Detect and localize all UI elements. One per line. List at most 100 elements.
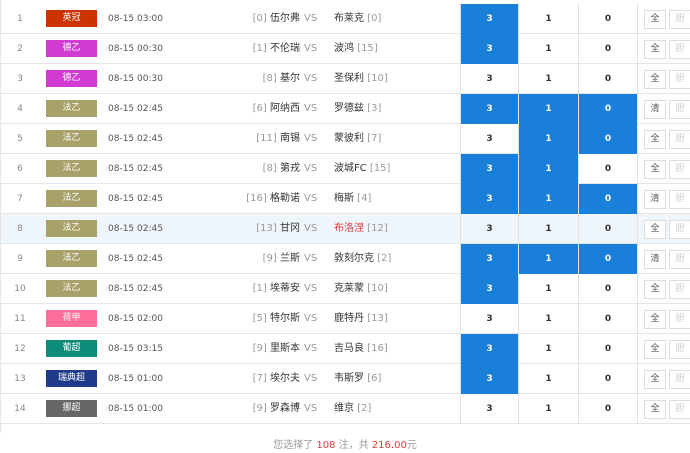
option-lose[interactable]: 0 [578, 184, 638, 214]
select-all-button[interactable]: 全 [644, 220, 666, 239]
league-badge[interactable]: 法乙 [46, 160, 97, 177]
option-lose[interactable]: 0 [578, 154, 638, 184]
home-team[interactable]: [9] 里斯本 [253, 334, 300, 364]
league-badge[interactable]: 法乙 [46, 220, 97, 237]
option-win[interactable]: 3 [460, 304, 518, 334]
select-all-button[interactable]: 全 [644, 400, 666, 419]
select-all-button[interactable]: 全 [644, 70, 666, 89]
select-all-button[interactable]: 全 [644, 280, 666, 299]
option-lose[interactable]: 0 [578, 364, 638, 394]
select-all-button[interactable]: 全 [644, 340, 666, 359]
option-win[interactable]: 3 [460, 244, 518, 274]
select-all-button[interactable]: 全 [644, 310, 666, 329]
away-team[interactable]: 罗德兹 [3] [334, 94, 381, 124]
option-win[interactable]: 3 [460, 94, 518, 124]
select-all-button[interactable]: 清 [644, 250, 666, 269]
banker-button[interactable]: 胆 [669, 100, 690, 119]
select-all-button[interactable]: 全 [644, 160, 666, 179]
select-all-button[interactable]: 清 [644, 100, 666, 119]
banker-button[interactable]: 胆 [669, 130, 690, 149]
option-win[interactable]: 3 [460, 214, 518, 244]
home-team[interactable]: [1] 埃蒂安 [253, 274, 300, 304]
option-lose[interactable]: 0 [578, 334, 638, 364]
away-team[interactable]: 韦斯罗 [6] [334, 364, 381, 394]
option-draw[interactable]: 1 [518, 4, 578, 34]
banker-button[interactable]: 胆 [669, 10, 690, 29]
league-badge[interactable]: 荷甲 [46, 310, 97, 327]
league-badge[interactable]: 法乙 [46, 130, 97, 147]
option-win[interactable]: 3 [460, 394, 518, 424]
home-team[interactable]: [1] 不伦瑞 [253, 34, 300, 64]
away-team[interactable]: 布洛涅 [12] [334, 214, 388, 244]
option-lose[interactable]: 0 [578, 64, 638, 94]
away-team[interactable]: 波鸿 [15] [334, 34, 378, 64]
home-team[interactable]: [0] 伍尔弗 [253, 4, 300, 34]
option-win[interactable]: 3 [460, 64, 518, 94]
option-lose[interactable]: 0 [578, 214, 638, 244]
banker-button[interactable]: 胆 [669, 70, 690, 89]
league-badge[interactable]: 英冠 [46, 10, 97, 27]
league-badge[interactable]: 法乙 [46, 250, 97, 267]
home-team[interactable]: [9] 罗森博 [253, 394, 300, 424]
banker-button[interactable]: 胆 [669, 190, 690, 209]
home-team[interactable]: [5] 特尔斯 [253, 304, 300, 334]
league-badge[interactable]: 法乙 [46, 280, 97, 297]
league-badge[interactable]: 葡超 [46, 340, 97, 357]
option-lose[interactable]: 0 [578, 34, 638, 64]
banker-button[interactable]: 胆 [669, 400, 690, 419]
option-draw[interactable]: 1 [518, 124, 578, 154]
select-all-button[interactable]: 全 [644, 10, 666, 29]
banker-button[interactable]: 胆 [669, 370, 690, 389]
option-draw[interactable]: 1 [518, 364, 578, 394]
banker-button[interactable]: 胆 [669, 310, 690, 329]
banker-button[interactable]: 胆 [669, 340, 690, 359]
league-badge[interactable]: 德乙 [46, 70, 97, 87]
away-team[interactable]: 维京 [2] [334, 394, 371, 424]
away-team[interactable]: 敦刻尔克 [2] [334, 244, 391, 274]
banker-button[interactable]: 胆 [669, 160, 690, 179]
home-team[interactable]: [8] 第戎 [263, 154, 300, 184]
option-win[interactable]: 3 [460, 154, 518, 184]
select-all-button[interactable]: 清 [644, 190, 666, 209]
banker-button[interactable]: 胆 [669, 40, 690, 59]
league-badge[interactable]: 瑞典超 [46, 370, 97, 387]
away-team[interactable]: 蒙彼利 [7] [334, 124, 381, 154]
option-draw[interactable]: 1 [518, 184, 578, 214]
home-team[interactable]: [16] 格勒诺 [246, 184, 300, 214]
banker-button[interactable]: 胆 [669, 280, 690, 299]
home-team[interactable]: [13] 甘冈 [256, 214, 300, 244]
select-all-button[interactable]: 全 [644, 40, 666, 59]
select-all-button[interactable]: 全 [644, 130, 666, 149]
option-draw[interactable]: 1 [518, 34, 578, 64]
option-win[interactable]: 3 [460, 334, 518, 364]
away-team[interactable]: 克莱蒙 [10] [334, 274, 388, 304]
league-badge[interactable]: 法乙 [46, 190, 97, 207]
option-draw[interactable]: 1 [518, 334, 578, 364]
option-win[interactable]: 3 [460, 4, 518, 34]
option-lose[interactable]: 0 [578, 94, 638, 124]
away-team[interactable]: 梅斯 [4] [334, 184, 371, 214]
away-team[interactable]: 布莱克 [0] [334, 4, 381, 34]
option-lose[interactable]: 0 [578, 4, 638, 34]
option-win[interactable]: 3 [460, 34, 518, 64]
option-draw[interactable]: 1 [518, 394, 578, 424]
option-draw[interactable]: 1 [518, 64, 578, 94]
banker-button[interactable]: 胆 [669, 220, 690, 239]
option-draw[interactable]: 1 [518, 304, 578, 334]
option-lose[interactable]: 0 [578, 244, 638, 274]
option-win[interactable]: 3 [460, 274, 518, 304]
option-lose[interactable]: 0 [578, 394, 638, 424]
away-team[interactable]: 波城FC [15] [334, 154, 390, 184]
option-win[interactable]: 3 [460, 124, 518, 154]
option-lose[interactable]: 0 [578, 274, 638, 304]
home-team[interactable]: [9] 兰斯 [263, 244, 300, 274]
option-win[interactable]: 3 [460, 364, 518, 394]
select-all-button[interactable]: 全 [644, 370, 666, 389]
home-team[interactable]: [11] 南锡 [256, 124, 300, 154]
option-draw[interactable]: 1 [518, 244, 578, 274]
option-win[interactable]: 3 [460, 184, 518, 214]
away-team[interactable]: 圣保利 [10] [334, 64, 388, 94]
home-team[interactable]: [7] 埃尔夫 [253, 364, 300, 394]
home-team[interactable]: [6] 阿纳西 [253, 94, 300, 124]
option-lose[interactable]: 0 [578, 124, 638, 154]
